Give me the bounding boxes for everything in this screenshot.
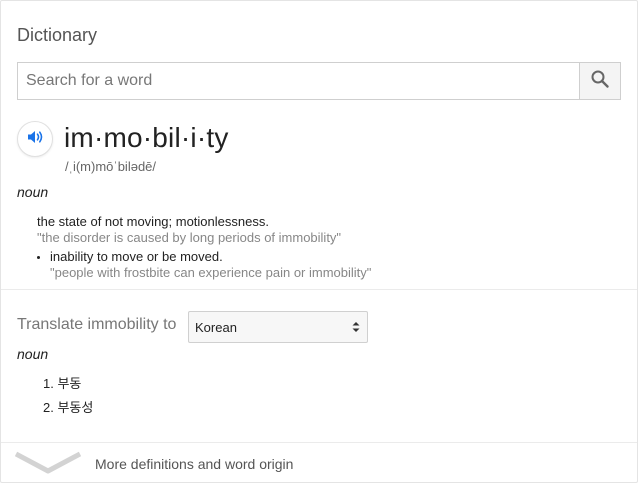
sub-definition-example: "people with frostbite can experience pa…: [50, 265, 372, 280]
search-icon: [590, 69, 610, 94]
translation-part-of-speech: noun: [17, 346, 49, 362]
translation-item: 2. 부동성: [43, 400, 94, 415]
translate-label: Translate immobility to: [17, 316, 177, 333]
definition-example: "the disorder is caused by long periods …: [37, 230, 342, 245]
search-box: [17, 62, 621, 100]
footer-divider: [1, 442, 637, 443]
pronunciation: /ˌi(m)mōˈbilədē/: [65, 159, 157, 174]
sub-definition-bullet: [37, 256, 40, 259]
language-select[interactable]: Korean: [188, 311, 368, 343]
chevron-down-icon: [14, 451, 82, 480]
search-input[interactable]: [18, 63, 579, 99]
speaker-icon: [25, 127, 45, 152]
section-divider: [1, 289, 637, 290]
headword: im·mo·bil·i·ty: [64, 122, 229, 153]
dictionary-card: Dictionary im·mo·bil·i·ty /ˌi(m)mōˈbiləd…: [0, 0, 638, 483]
search-button[interactable]: [579, 63, 620, 99]
definition-text: the state of not moving; motionlessness.: [37, 214, 269, 229]
pronunciation-audio-button[interactable]: [17, 121, 53, 157]
more-definitions-link[interactable]: More definitions and word origin: [95, 456, 293, 472]
sub-definition-text: inability to move or be moved.: [50, 249, 223, 264]
expand-more-button[interactable]: [14, 451, 82, 480]
card-title: Dictionary: [17, 25, 98, 45]
language-select-value: Korean: [195, 319, 237, 335]
part-of-speech: noun: [17, 184, 49, 200]
translation-item: 1. 부동: [43, 376, 82, 391]
select-arrows-icon: [351, 320, 361, 337]
